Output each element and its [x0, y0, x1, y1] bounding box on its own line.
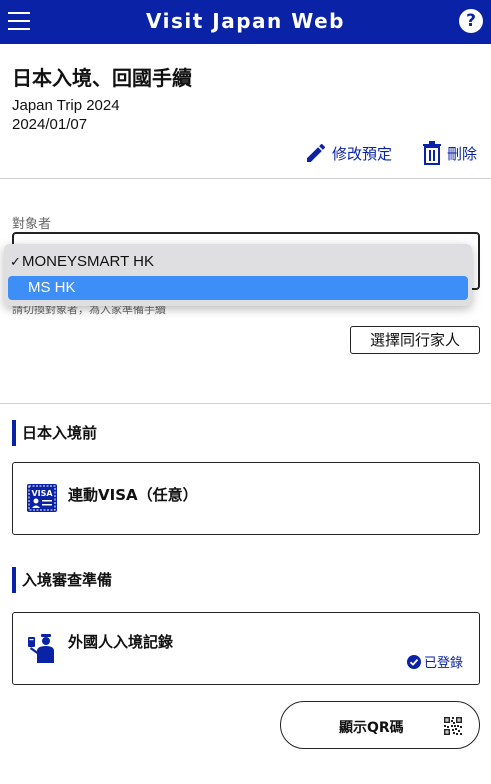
divider — [0, 403, 491, 404]
immigration-record-card[interactable]: 外國人入境記錄 已登錄 — [12, 612, 480, 685]
visa-icon: VISA — [27, 484, 57, 512]
svg-text:VISA: VISA — [31, 489, 53, 498]
option-label: MS HK — [28, 279, 76, 296]
show-qr-button[interactable]: 顯示QR碼 — [280, 701, 480, 749]
trip-date: 2024/01/07 — [12, 116, 88, 133]
registered-status-badge: 已登錄 — [406, 652, 463, 671]
edit-plan-label: 修改預定 — [332, 144, 393, 163]
registered-status-text: 已登錄 — [423, 656, 463, 671]
select-companion-button[interactable]: 選擇同行家人 — [350, 326, 480, 354]
dropdown-option-moneysmart-hk[interactable]: ✓MONEYSMART HK — [8, 250, 468, 274]
edit-plan-button[interactable]: 修改預定 — [304, 141, 392, 165]
dropdown-option-ms-hk[interactable]: MS HK — [8, 276, 468, 300]
divider — [0, 178, 491, 179]
help-question-icon[interactable]: ? — [459, 9, 483, 33]
app-header: Visit Japan Web ? — [0, 0, 491, 44]
check-icon: ✓ — [10, 254, 21, 269]
section-heading-immigration-prep: 入境審查準備 — [12, 567, 112, 593]
pencil-icon — [307, 143, 326, 162]
app-title: Visit Japan Web — [146, 9, 345, 33]
target-person-label: 對象者 — [12, 217, 52, 232]
immigration-record-label: 外國人入境記錄 — [68, 633, 174, 651]
immigration-officer-icon — [28, 634, 54, 663]
trip-name: Japan Trip 2024 — [12, 97, 120, 114]
target-person-dropdown: ✓MONEYSMART HK MS HK — [4, 244, 472, 306]
check-circle-icon — [406, 654, 421, 669]
page-title: 日本入境、回國手續 — [12, 66, 192, 90]
visa-link-card[interactable]: VISA 連動VISA（任意） — [12, 462, 480, 535]
qr-code-icon — [444, 717, 462, 735]
show-qr-label: 顯示QR碼 — [339, 720, 404, 736]
section-heading-before-entry: 日本入境前 — [12, 420, 97, 446]
visa-link-label: 連動VISA（任意） — [68, 486, 198, 504]
delete-button[interactable]: 刪除 — [421, 141, 477, 165]
trash-icon — [423, 141, 441, 165]
delete-label: 刪除 — [447, 144, 478, 163]
option-label: MONEYSMART HK — [22, 253, 154, 270]
